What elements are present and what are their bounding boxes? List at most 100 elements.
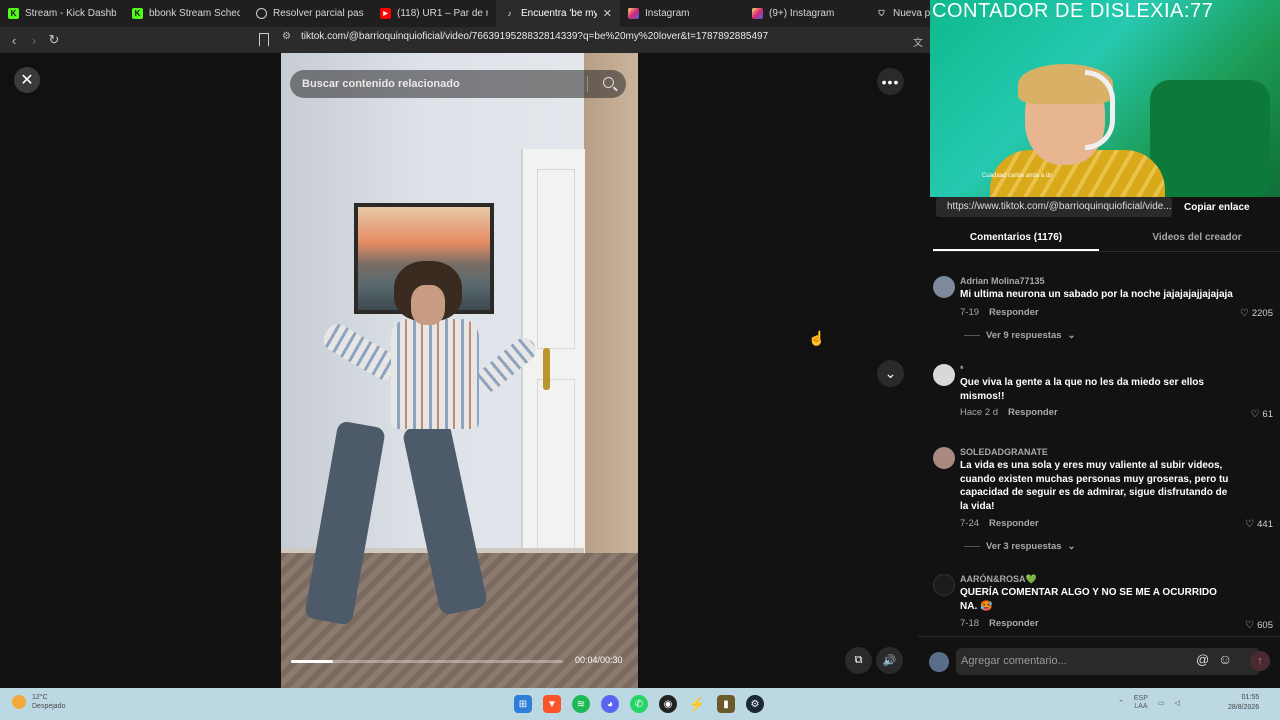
comment-meta: Hace 2 d Responder	[960, 407, 1058, 418]
translate-icon[interactable]: 文	[913, 34, 923, 49]
chevron-down-icon: ⌄	[1067, 330, 1076, 341]
video-search-bar[interactable]: Buscar contenido relacionado	[290, 70, 626, 98]
tab-creator-videos[interactable]: Videos del creador	[1114, 222, 1280, 251]
video-time: 00:04/00:30	[575, 655, 623, 665]
view-replies-label: Ver 3 respuestas	[986, 541, 1062, 552]
comment-likes[interactable]: ♡ 605	[1245, 620, 1273, 631]
avatar[interactable]	[929, 652, 949, 672]
tiktok-video-page: ✕ Buscar contenido relacionado 00:04/00:…	[0, 53, 918, 688]
chevron-up-icon[interactable]: ⌃	[1118, 699, 1124, 707]
dyslexia-counter: CONTADOR DE DISLEXIA:77	[932, 0, 1214, 22]
comment-input[interactable]: Agregar comentario...	[956, 648, 1260, 675]
bookmark-icon[interactable]	[259, 33, 269, 46]
comment-date: 7-24	[960, 518, 980, 529]
lightning-app-icon[interactable]: ⚡	[688, 695, 706, 713]
layout-code: LAA	[1134, 703, 1148, 710]
comment-meta: 7-19 Responder	[960, 307, 1039, 318]
browser-tab[interactable]: (9+) Instagram	[744, 0, 868, 27]
back-icon[interactable]: ‹	[4, 30, 24, 50]
youtube-icon: ▶	[380, 8, 391, 19]
reply-button[interactable]: Responder	[989, 307, 1039, 318]
obs-icon[interactable]: ◉	[659, 695, 677, 713]
heart-icon[interactable]: ♡	[1245, 620, 1254, 631]
close-tab-icon[interactable]: ✕	[603, 7, 612, 20]
forward-icon[interactable]: ›	[24, 30, 44, 50]
windows-start-icon[interactable]: ⊞	[514, 695, 532, 713]
app-icon[interactable]: ▮	[717, 695, 735, 713]
close-icon[interactable]: ✕	[14, 67, 40, 93]
avatar[interactable]	[933, 276, 955, 298]
comment-likes[interactable]: ♡ 61	[1250, 409, 1273, 420]
chevron-down-icon[interactable]: ⌄	[877, 360, 904, 387]
discord-icon[interactable]: ◕	[601, 695, 619, 713]
avatar[interactable]	[933, 574, 955, 596]
brave-icon[interactable]: ▼	[543, 695, 561, 713]
emoji-icon[interactable]: ☺	[1218, 651, 1232, 667]
tab-label: Resolver parcial paso a paso	[273, 8, 364, 19]
browser-tab[interactable]: Kbbonk Stream Schedule	[124, 0, 248, 27]
comment-username[interactable]: AARÓN&ROSA💚	[960, 574, 1037, 585]
tab-label: Stream - Kick Dashboard	[25, 8, 116, 19]
url-field[interactable]: ⚙ tiktok.com/@barrioquinquioficial/video/…	[282, 31, 768, 42]
comment-text: La vida es una sola y eres muy valiente …	[960, 460, 1229, 512]
chevron-down-icon: ⌄	[1067, 541, 1076, 552]
comment-username[interactable]: SOLEDADGRANATE	[960, 447, 1048, 457]
avatar[interactable]	[933, 364, 955, 386]
tab-comments[interactable]: Comentarios (1176)	[933, 222, 1099, 251]
reload-icon[interactable]: ↻	[44, 30, 64, 50]
browser-tab[interactable]: ⛉ Nueva pe	[868, 0, 931, 27]
like-count: 441	[1257, 519, 1273, 530]
monitor-icon[interactable]: ▭	[1158, 699, 1165, 707]
heart-icon[interactable]: ♡	[1245, 519, 1254, 530]
browser-tab[interactable]: K Stream - Kick Dashboard	[0, 0, 124, 27]
clock[interactable]: 01:55 28/8/2026	[1228, 693, 1259, 713]
url-text: tiktok.com/@barrioquinquioficial/video/7…	[300, 31, 769, 42]
weather-icon	[12, 695, 26, 709]
browser-tab[interactable]: Instagram	[620, 0, 744, 27]
screen: K Stream - Kick Dashboard Kbbonk Stream S…	[0, 0, 1280, 720]
tab-label: Nueva pe	[893, 8, 930, 19]
shield-icon: ⛉	[878, 8, 885, 18]
door-panel	[537, 169, 575, 349]
video-progress-bar[interactable]	[291, 660, 563, 663]
mention-icon[interactable]: @	[1196, 652, 1209, 667]
comment-likes[interactable]: ♡ 2205	[1240, 308, 1273, 319]
heart-icon[interactable]: ♡	[1240, 308, 1249, 319]
comment-likes[interactable]: ♡ 441	[1245, 519, 1273, 530]
language-indicator[interactable]: ESP LAA	[1134, 695, 1148, 711]
spotify-icon[interactable]: ≋	[572, 695, 590, 713]
reply-button[interactable]: Responder	[1008, 407, 1058, 418]
system-tray: ⌃ ESP LAA ▭ ◁	[1118, 695, 1180, 711]
view-replies-button[interactable]: Ver 3 respuestas ⌄	[964, 541, 1076, 552]
comment-date: 7-19	[960, 307, 980, 318]
tab-label: Encuentra 'be my	[521, 8, 597, 19]
whatsapp-icon[interactable]: ✆	[630, 695, 648, 713]
browser-tab[interactable]: Resolver parcial paso a paso	[248, 0, 372, 27]
share-url-field[interactable]: https://www.tiktok.com/@barrioquinquiofi…	[936, 197, 1172, 217]
steam-icon[interactable]: ⚙	[746, 695, 764, 713]
search-icon[interactable]	[603, 77, 614, 88]
dancer-leg	[303, 420, 387, 626]
comment-date: 7-18	[960, 618, 980, 629]
view-replies-button[interactable]: Ver 9 respuestas ⌄	[964, 330, 1076, 341]
browser-tab-active[interactable]: ♪ Encuentra 'be my ✕	[496, 0, 620, 27]
more-options-icon[interactable]: •••	[877, 68, 904, 95]
send-icon[interactable]: ↑	[1250, 651, 1270, 671]
volume-icon[interactable]: 🔊	[876, 647, 903, 674]
heart-icon[interactable]: ♡	[1250, 409, 1259, 420]
replies-line	[964, 546, 980, 547]
browser-tab[interactable]: ▶ (118) UR1 – Par de rackz	[372, 0, 496, 27]
copy-link-button[interactable]: Copiar enlace	[1184, 202, 1250, 213]
video-player[interactable]: Buscar contenido relacionado 00:04/00:30	[281, 53, 638, 688]
comment-composer: Agregar comentario... @ ☺ ↑	[918, 636, 1280, 688]
reply-button[interactable]: Responder	[989, 618, 1039, 629]
door-handle	[543, 348, 550, 390]
comment-username[interactable]: *	[960, 364, 964, 374]
site-info-icon[interactable]: ⚙	[282, 31, 291, 42]
comment-username[interactable]: Adrian Molina77135	[960, 276, 1045, 286]
avatar[interactable]	[933, 447, 955, 469]
speaker-icon[interactable]: ◁	[1175, 699, 1180, 707]
weather-widget[interactable]: 12°C Despejado	[12, 693, 65, 711]
reply-button[interactable]: Responder	[989, 518, 1039, 529]
pip-icon[interactable]: ⧉	[845, 647, 872, 674]
